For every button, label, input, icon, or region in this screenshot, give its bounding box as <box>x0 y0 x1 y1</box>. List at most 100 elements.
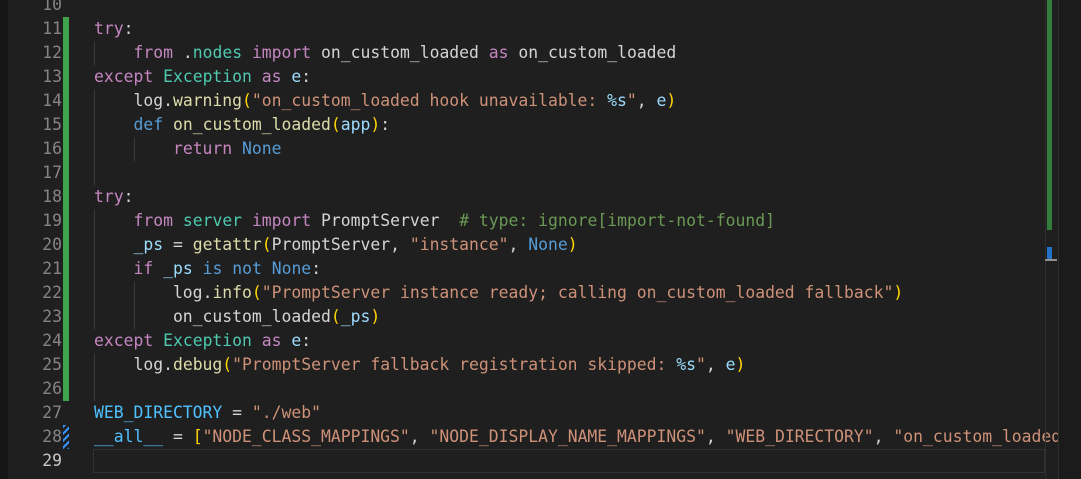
code-token: "NODE_DISPLAY_NAME_MAPPINGS" <box>430 427 706 446</box>
code-line[interactable]: try: <box>94 17 133 41</box>
code-line-row[interactable]: 23 on_custom_loaded(_ps) <box>0 305 1058 329</box>
code-token <box>153 331 163 350</box>
code-line[interactable]: from server import PromptServer # type: … <box>94 209 775 233</box>
line-number[interactable]: 25 <box>0 353 62 377</box>
code-token: try <box>94 19 124 38</box>
line-number[interactable]: 14 <box>0 89 62 113</box>
code-line-row[interactable]: 20 _ps = getattr(PromptServer, "instance… <box>0 233 1058 257</box>
code-token: __all__ <box>94 427 163 446</box>
line-number[interactable]: 21 <box>0 257 62 281</box>
code-line-row[interactable]: 19 from server import PromptServer # typ… <box>0 209 1058 233</box>
line-number[interactable]: 27 <box>0 401 62 425</box>
code-token: ( <box>222 355 232 374</box>
code-line-row[interactable]: 18 try: <box>0 185 1058 209</box>
line-number[interactable]: 19 <box>0 209 62 233</box>
git-gutter-modified-marker <box>63 425 69 449</box>
code-line-row[interactable]: 10 <box>0 0 1058 17</box>
line-number[interactable]: 10 <box>0 0 62 17</box>
code-token <box>222 259 232 278</box>
code-line-row[interactable]: 27 WEB_DIRECTORY = "./web" <box>0 401 1058 425</box>
code-token <box>242 211 252 230</box>
code-token: PromptServer <box>311 211 459 230</box>
code-token: [ <box>193 427 203 446</box>
line-number[interactable]: 26 <box>0 377 62 401</box>
code-line-row[interactable]: 26 <box>0 377 1058 401</box>
code-line[interactable]: if _ps is not None: <box>94 257 321 281</box>
code-line[interactable]: def on_custom_loaded(app): <box>94 113 390 137</box>
code-line-row[interactable]: 14 log.warning("on_custom_loaded hook un… <box>0 89 1058 113</box>
code-line-row[interactable]: 11 try: <box>0 17 1058 41</box>
code-token: as <box>262 331 282 350</box>
code-token: : <box>311 259 321 278</box>
code-line[interactable]: log.warning("on_custom_loaded hook unava… <box>94 89 676 113</box>
line-number[interactable]: 23 <box>0 305 62 329</box>
code-line[interactable]: log.info("PromptServer instance ready; c… <box>94 281 903 305</box>
code-line-row[interactable]: 15 def on_custom_loaded(app): <box>0 113 1058 137</box>
code-line-row[interactable]: 28 __all__ = ["NODE_CLASS_MAPPINGS", "NOD… <box>0 425 1058 449</box>
code-token: e <box>291 331 301 350</box>
code-line[interactable]: from .nodes import on_custom_loaded as o… <box>94 41 676 65</box>
line-number[interactable]: 17 <box>0 161 62 185</box>
line-number[interactable]: 24 <box>0 329 62 353</box>
editor-code-area[interactable]: 1011try:12 from .nodes import on_custom_… <box>0 0 1081 479</box>
code-line[interactable]: log.debug("PromptServer fallback registr… <box>94 353 745 377</box>
code-line[interactable]: _ps = getattr(PromptServer, "instance", … <box>94 233 578 257</box>
line-number[interactable]: 22 <box>0 281 62 305</box>
code-token: None <box>242 139 281 158</box>
code-token <box>94 139 173 158</box>
git-gutter-added-marker <box>63 137 69 161</box>
code-token: ( <box>331 115 341 134</box>
indent-guide <box>94 161 95 185</box>
code-line[interactable]: __all__ = ["NODE_CLASS_MAPPINGS", "NODE_… <box>94 425 1061 449</box>
code-token <box>94 235 133 254</box>
code-token: "PromptServer fallback registration skip… <box>232 355 676 374</box>
code-line[interactable]: WEB_DIRECTORY = "./web" <box>94 401 321 425</box>
code-token: Exception <box>163 331 252 350</box>
git-gutter-added-marker <box>63 209 69 233</box>
code-token: getattr <box>193 235 262 254</box>
code-line[interactable]: return None <box>94 137 282 161</box>
code-token <box>94 259 133 278</box>
code-token: def <box>133 115 163 134</box>
code-token: " <box>627 91 637 110</box>
code-token: e <box>657 91 667 110</box>
code-line[interactable]: except Exception as e: <box>94 329 311 353</box>
code-token: info <box>212 283 251 302</box>
line-number[interactable]: 12 <box>0 41 62 65</box>
code-line-row[interactable]: 22 log.info("PromptServer instance ready… <box>0 281 1058 305</box>
code-token: : <box>380 115 390 134</box>
code-editor: { "editor": { "active_line": "29", "colo… <box>0 0 1081 479</box>
code-line-row[interactable]: 25 log.debug("PromptServer fallback regi… <box>0 353 1058 377</box>
line-number[interactable]: 28 <box>0 425 62 449</box>
code-line-row[interactable]: 21 if _ps is not None: <box>0 257 1058 281</box>
current-line-highlight <box>93 449 1045 473</box>
code-line-row[interactable]: 16 return None <box>0 137 1058 161</box>
line-number[interactable]: 29 <box>0 449 62 473</box>
code-token: : <box>301 331 311 350</box>
code-line-row[interactable]: 17 <box>0 161 1058 185</box>
code-token: debug <box>173 355 222 374</box>
code-token: ( <box>252 283 262 302</box>
git-gutter-added-marker <box>63 233 69 257</box>
line-number[interactable]: 11 <box>0 17 62 41</box>
code-line[interactable]: except Exception as e: <box>94 65 311 89</box>
code-line[interactable]: on_custom_loaded(_ps) <box>94 305 380 329</box>
code-token: _ps <box>163 259 193 278</box>
line-number[interactable]: 18 <box>0 185 62 209</box>
code-line-row[interactable]: 24 except Exception as e: <box>0 329 1058 353</box>
line-number[interactable]: 15 <box>0 113 62 137</box>
code-token: on_custom_loaded <box>173 115 331 134</box>
code-token: , <box>874 427 894 446</box>
line-number[interactable]: 20 <box>0 233 62 257</box>
code-token <box>232 139 242 158</box>
code-token: WEB_DIRECTORY <box>94 403 222 422</box>
code-token: ( <box>262 235 272 254</box>
code-token: ( <box>331 307 341 326</box>
line-number[interactable]: 13 <box>0 65 62 89</box>
code-line-row[interactable]: 13 except Exception as e: <box>0 65 1058 89</box>
overview-ruler[interactable] <box>1045 0 1081 479</box>
git-gutter-added-marker <box>63 65 69 89</box>
code-line[interactable]: try: <box>94 185 133 209</box>
line-number[interactable]: 16 <box>0 137 62 161</box>
code-line-row[interactable]: 12 from .nodes import on_custom_loaded a… <box>0 41 1058 65</box>
